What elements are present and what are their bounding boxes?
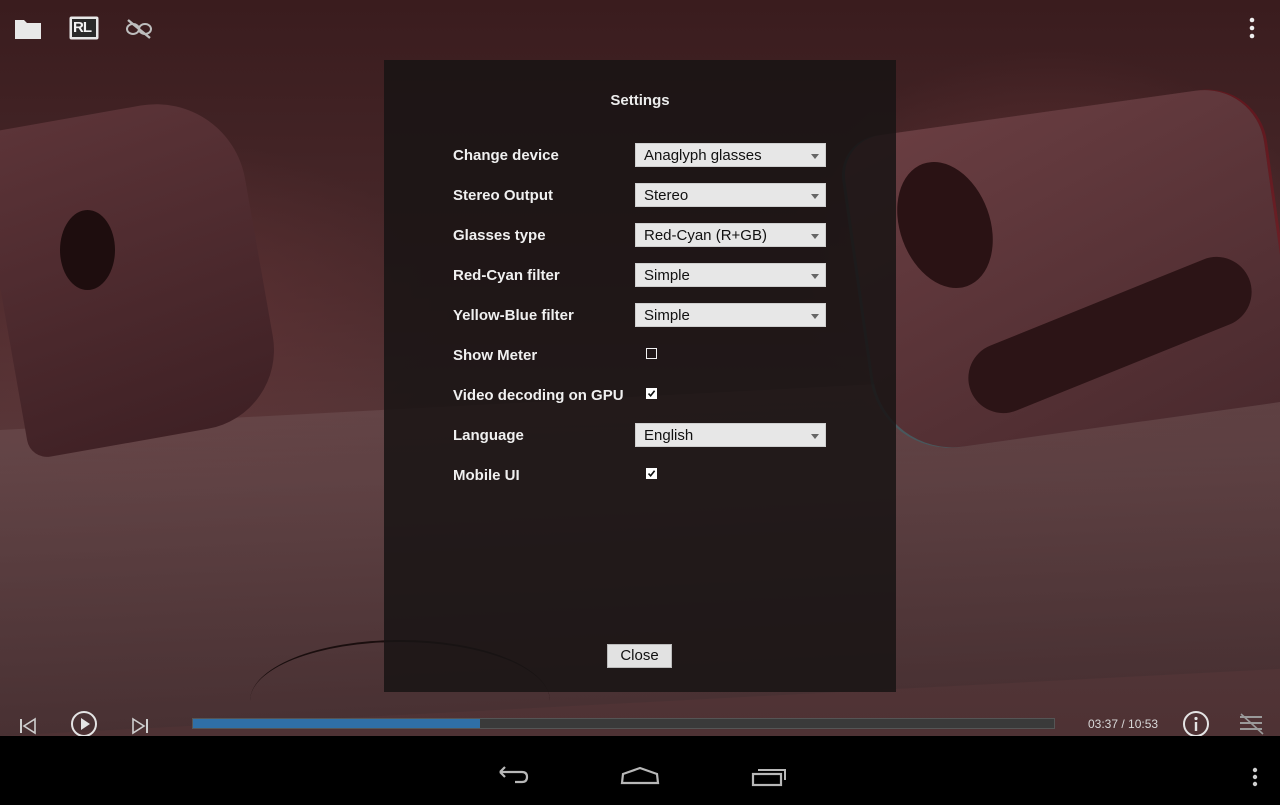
- red-cyan-filter-select[interactable]: Simple: [635, 263, 826, 287]
- select-value: English: [644, 427, 694, 444]
- close-button[interactable]: Close: [607, 644, 672, 668]
- setting-label: Red-Cyan filter: [453, 267, 560, 284]
- setting-label: Change device: [453, 147, 559, 164]
- checkmark-icon: [647, 470, 656, 478]
- top-toolbar: RL: [0, 0, 1280, 56]
- overflow-menu-icon[interactable]: [1238, 14, 1266, 42]
- rl-badge-text: RL: [73, 19, 92, 36]
- dropdown-arrow-icon: [811, 234, 819, 239]
- dialog-title: Settings: [610, 92, 670, 109]
- rl-stereo-mode-icon[interactable]: RL: [69, 14, 99, 42]
- mobile-ui-checkbox[interactable]: [646, 468, 657, 479]
- setting-row-change-device: Change device Anaglyph glasses: [453, 143, 833, 169]
- setting-row-yellow-blue-filter: Yellow-Blue filter Simple: [453, 303, 833, 329]
- checkmark-icon: [647, 390, 656, 398]
- glasses-off-icon[interactable]: [125, 14, 153, 42]
- scene-mask: [0, 89, 287, 461]
- glasses-type-select[interactable]: Red-Cyan (R+GB): [635, 223, 826, 247]
- setting-row-stereo-output: Stereo Output Stereo: [453, 183, 833, 209]
- dropdown-arrow-icon: [811, 274, 819, 279]
- setting-label: Mobile UI: [453, 467, 520, 484]
- setting-label: Show Meter: [453, 347, 538, 364]
- recents-icon[interactable]: [724, 736, 814, 800]
- setting-label: Glasses type: [453, 227, 546, 244]
- scene-mask-eye: [60, 210, 115, 290]
- setting-row-mobile-ui: Mobile UI: [453, 463, 833, 489]
- setting-label: Stereo Output: [453, 187, 553, 204]
- home-icon[interactable]: [595, 736, 685, 800]
- setting-row-red-cyan-filter: Red-Cyan filter Simple: [453, 263, 833, 289]
- stereo-output-select[interactable]: Stereo: [635, 183, 826, 207]
- select-value: Anaglyph glasses: [644, 147, 762, 164]
- setting-row-gpu-decoding: Video decoding on GPU: [453, 383, 833, 409]
- back-icon[interactable]: [467, 736, 557, 800]
- select-value: Stereo: [644, 187, 689, 204]
- seek-bar-progress: [193, 719, 480, 728]
- setting-label: Video decoding on GPU: [453, 387, 624, 404]
- setting-label: Language: [453, 427, 524, 444]
- setting-row-show-meter: Show Meter: [453, 343, 833, 369]
- change-device-select[interactable]: Anaglyph glasses: [635, 143, 826, 167]
- dropdown-arrow-icon: [811, 154, 819, 159]
- select-value: Simple: [644, 267, 690, 284]
- select-value: Simple: [644, 307, 690, 324]
- dropdown-arrow-icon: [811, 194, 819, 199]
- system-nav-bar: [0, 736, 1280, 800]
- yellow-blue-filter-select[interactable]: Simple: [635, 303, 826, 327]
- select-value: Red-Cyan (R+GB): [644, 227, 767, 244]
- seek-bar[interactable]: [192, 718, 1055, 729]
- overflow-menu-icon[interactable]: [1240, 736, 1270, 800]
- setting-row-language: Language English: [453, 423, 833, 449]
- language-select[interactable]: English: [635, 423, 826, 447]
- setting-row-glasses-type: Glasses type Red-Cyan (R+GB): [453, 223, 833, 249]
- show-meter-checkbox[interactable]: [646, 348, 657, 359]
- time-readout: 03:37 / 10:53: [1088, 717, 1159, 731]
- gpu-decoding-checkbox[interactable]: [646, 388, 657, 399]
- folder-icon[interactable]: [14, 14, 42, 42]
- dropdown-arrow-icon: [811, 434, 819, 439]
- dropdown-arrow-icon: [811, 314, 819, 319]
- setting-label: Yellow-Blue filter: [453, 307, 574, 324]
